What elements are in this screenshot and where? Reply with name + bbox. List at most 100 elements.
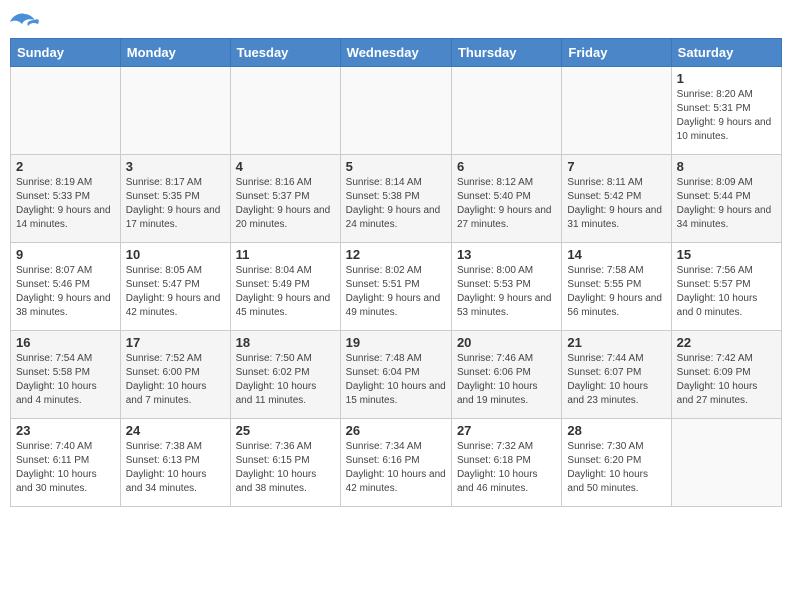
day-info: Sunrise: 7:44 AM Sunset: 6:07 PM Dayligh… [567,352,665,408]
calendar-cell: 25 Sunrise: 7:36 AM Sunset: 6:15 PM Dayli… [230,419,340,507]
day-info: Sunrise: 7:54 AM Sunset: 5:58 PM Dayligh… [16,352,115,408]
day-info: Sunrise: 8:07 AM Sunset: 5:46 PM Dayligh… [16,264,115,320]
calendar-cell: 17 Sunrise: 7:52 AM Sunset: 6:00 PM Dayli… [120,331,230,419]
day-info: Sunrise: 8:20 AM Sunset: 5:31 PM Dayligh… [677,88,776,144]
day-info: Sunrise: 7:34 AM Sunset: 6:16 PM Dayligh… [346,440,446,496]
calendar-cell: 15Sunrise: 7:56 AM Sunset: 5:57 PM Dayli… [671,243,781,331]
weekday-header-tuesday: Tuesday [230,39,340,67]
day-number: 22 [677,335,776,350]
weekday-header-friday: Friday [562,39,671,67]
calendar-cell [340,67,451,155]
calendar-cell: 20 Sunrise: 7:46 AM Sunset: 6:06 PM Dayli… [451,331,561,419]
week-row-3: 9 Sunrise: 8:07 AM Sunset: 5:46 PM Daylig… [11,243,782,331]
day-number: 23 [16,423,115,438]
weekday-header-monday: Monday [120,39,230,67]
calendar-cell [671,419,781,507]
calendar-cell: 22 Sunrise: 7:42 AM Sunset: 6:09 PM Dayli… [671,331,781,419]
day-number: 11 [236,247,335,262]
calendar-cell: 21 Sunrise: 7:44 AM Sunset: 6:07 PM Dayli… [562,331,671,419]
day-info: Sunrise: 8:04 AM Sunset: 5:49 PM Dayligh… [236,264,335,320]
day-info: Sunrise: 7:50 AM Sunset: 6:02 PM Dayligh… [236,352,335,408]
day-info: Sunrise: 8:09 AM Sunset: 5:44 PM Dayligh… [677,176,776,232]
day-number: 13 [457,247,556,262]
calendar-cell: 24 Sunrise: 7:38 AM Sunset: 6:13 PM Dayli… [120,419,230,507]
day-info: Sunrise: 7:30 AM Sunset: 6:20 PM Dayligh… [567,440,665,496]
weekday-header-wednesday: Wednesday [340,39,451,67]
day-info: Sunrise: 7:32 AM Sunset: 6:18 PM Dayligh… [457,440,556,496]
day-number: 10 [126,247,225,262]
day-info: Sunrise: 8:02 AM Sunset: 5:51 PM Dayligh… [346,264,446,320]
calendar-cell: 19Sunrise: 7:48 AM Sunset: 6:04 PM Dayli… [340,331,451,419]
day-info: Sunrise: 7:42 AM Sunset: 6:09 PM Dayligh… [677,352,776,408]
day-number: 21 [567,335,665,350]
day-number: 7 [567,159,665,174]
calendar-cell: 7 Sunrise: 8:11 AM Sunset: 5:42 PM Daylig… [562,155,671,243]
calendar-cell: 1 Sunrise: 8:20 AM Sunset: 5:31 PM Daylig… [671,67,781,155]
calendar-cell: 4 Sunrise: 8:16 AM Sunset: 5:37 PM Daylig… [230,155,340,243]
day-info: Sunrise: 7:36 AM Sunset: 6:15 PM Dayligh… [236,440,335,496]
calendar-cell: 12 Sunrise: 8:02 AM Sunset: 5:51 PM Dayli… [340,243,451,331]
calendar-cell: 8Sunrise: 8:09 AM Sunset: 5:44 PM Daylig… [671,155,781,243]
day-info: Sunrise: 8:11 AM Sunset: 5:42 PM Dayligh… [567,176,665,232]
calendar-cell: 26 Sunrise: 7:34 AM Sunset: 6:16 PM Dayli… [340,419,451,507]
day-info: Sunrise: 7:52 AM Sunset: 6:00 PM Dayligh… [126,352,225,408]
day-info: Sunrise: 7:38 AM Sunset: 6:13 PM Dayligh… [126,440,225,496]
day-number: 15 [677,247,776,262]
day-info: Sunrise: 8:05 AM Sunset: 5:47 PM Dayligh… [126,264,225,320]
day-info: Sunrise: 8:17 AM Sunset: 5:35 PM Dayligh… [126,176,225,232]
logo [10,10,44,34]
day-info: Sunrise: 8:14 AM Sunset: 5:38 PM Dayligh… [346,176,446,232]
calendar-cell: 13 Sunrise: 8:00 AM Sunset: 5:53 PM Dayli… [451,243,561,331]
day-info: Sunrise: 8:12 AM Sunset: 5:40 PM Dayligh… [457,176,556,232]
day-number: 9 [16,247,115,262]
day-number: 20 [457,335,556,350]
day-number: 1 [677,71,776,86]
week-row-2: 2Sunrise: 8:19 AM Sunset: 5:33 PM Daylig… [11,155,782,243]
calendar-cell: 5 Sunrise: 8:14 AM Sunset: 5:38 PM Daylig… [340,155,451,243]
calendar-cell: 3Sunrise: 8:17 AM Sunset: 5:35 PM Daylig… [120,155,230,243]
day-number: 26 [346,423,446,438]
calendar-cell: 10 Sunrise: 8:05 AM Sunset: 5:47 PM Dayli… [120,243,230,331]
day-number: 12 [346,247,446,262]
day-number: 6 [457,159,556,174]
day-number: 4 [236,159,335,174]
weekday-header-saturday: Saturday [671,39,781,67]
calendar-cell: 28 Sunrise: 7:30 AM Sunset: 6:20 PM Dayli… [562,419,671,507]
calendar-cell: 27 Sunrise: 7:32 AM Sunset: 6:18 PM Dayli… [451,419,561,507]
day-number: 17 [126,335,225,350]
day-number: 5 [346,159,446,174]
day-info: Sunrise: 7:46 AM Sunset: 6:06 PM Dayligh… [457,352,556,408]
day-info: Sunrise: 7:58 AM Sunset: 5:55 PM Dayligh… [567,264,665,320]
day-number: 16 [16,335,115,350]
calendar-cell: 16 Sunrise: 7:54 AM Sunset: 5:58 PM Dayli… [11,331,121,419]
calendar-cell: 9 Sunrise: 8:07 AM Sunset: 5:46 PM Daylig… [11,243,121,331]
day-number: 25 [236,423,335,438]
calendar-cell: 2Sunrise: 8:19 AM Sunset: 5:33 PM Daylig… [11,155,121,243]
calendar-cell: 23 Sunrise: 7:40 AM Sunset: 6:11 PM Dayli… [11,419,121,507]
day-number: 28 [567,423,665,438]
calendar-cell [120,67,230,155]
day-number: 14 [567,247,665,262]
calendar-cell: 14 Sunrise: 7:58 AM Sunset: 5:55 PM Dayli… [562,243,671,331]
day-number: 27 [457,423,556,438]
logo-icon [10,10,40,34]
week-row-5: 23 Sunrise: 7:40 AM Sunset: 6:11 PM Dayli… [11,419,782,507]
day-info: Sunrise: 8:00 AM Sunset: 5:53 PM Dayligh… [457,264,556,320]
header [10,10,782,34]
day-info: Sunrise: 7:48 AM Sunset: 6:04 PM Dayligh… [346,352,446,408]
day-info: Sunrise: 7:40 AM Sunset: 6:11 PM Dayligh… [16,440,115,496]
week-row-1: 1 Sunrise: 8:20 AM Sunset: 5:31 PM Daylig… [11,67,782,155]
calendar-cell [562,67,671,155]
day-number: 18 [236,335,335,350]
calendar-table: SundayMondayTuesdayWednesdayThursdayFrid… [10,38,782,507]
calendar-cell: 11 Sunrise: 8:04 AM Sunset: 5:49 PM Dayli… [230,243,340,331]
calendar-cell [230,67,340,155]
calendar-cell: 6 Sunrise: 8:12 AM Sunset: 5:40 PM Daylig… [451,155,561,243]
calendar-cell [451,67,561,155]
day-info: Sunrise: 8:16 AM Sunset: 5:37 PM Dayligh… [236,176,335,232]
calendar-cell [11,67,121,155]
weekday-header-sunday: Sunday [11,39,121,67]
weekday-header-thursday: Thursday [451,39,561,67]
day-number: 2 [16,159,115,174]
day-number: 24 [126,423,225,438]
